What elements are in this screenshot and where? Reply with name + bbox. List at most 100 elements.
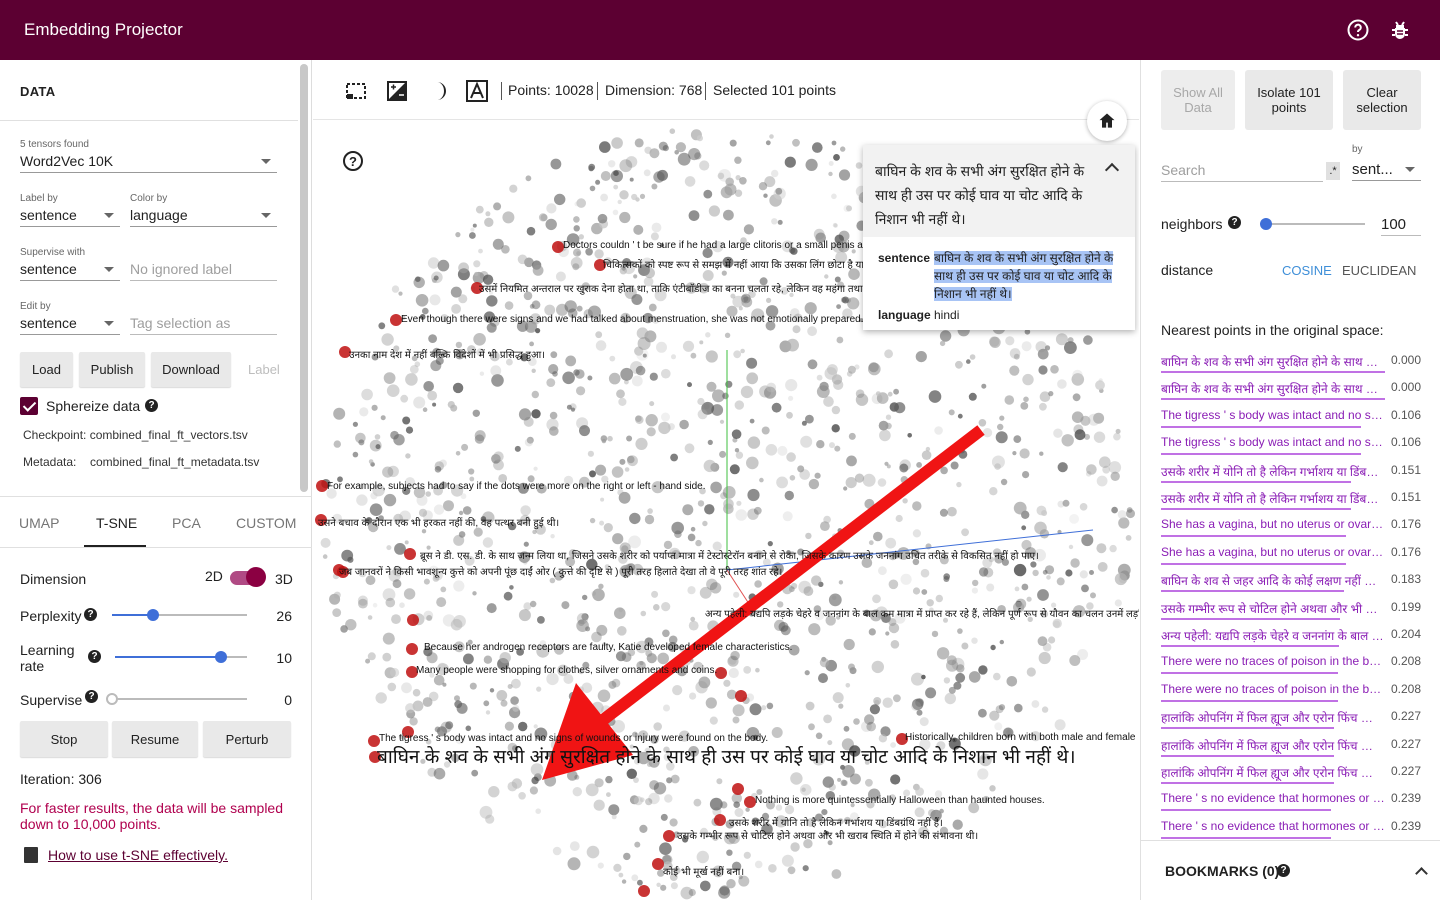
bounding-box-select-icon[interactable]: [345, 80, 367, 102]
data-point: [1074, 429, 1086, 441]
tag-selection-input[interactable]: Tag selection as: [130, 313, 277, 335]
data-point: [427, 257, 440, 269]
data-point: [421, 529, 427, 534]
cosine-button[interactable]: COSINE: [1282, 263, 1332, 278]
data-point: [831, 140, 837, 146]
ignored-label-input[interactable]: No ignored label: [130, 259, 277, 281]
load-button[interactable]: Load: [20, 352, 73, 387]
data-point: [848, 663, 855, 671]
label-by-select[interactable]: sentence: [20, 205, 120, 227]
download-button[interactable]: Download: [151, 352, 231, 387]
data-point: [561, 601, 570, 610]
neighbors-input[interactable]: 100: [1381, 214, 1421, 236]
neighbor-row[interactable]: हालांकि ओपनिंग में फिल ह्यूज और एरोन फिं…: [1161, 706, 1421, 730]
euclidean-button[interactable]: EUCLIDEAN: [1342, 263, 1416, 278]
help-icon[interactable]: ?: [145, 399, 158, 412]
neighbor-row[interactable]: उसके गम्भीर रूप से चोटिल होने अथवा और भी…: [1161, 597, 1421, 621]
search-input[interactable]: Search: [1161, 160, 1323, 182]
perplexity-slider-knob[interactable]: [146, 609, 159, 621]
bookmarks-panel[interactable]: BOOKMARKS (0) ?: [1141, 840, 1440, 900]
data-point: [1021, 583, 1029, 591]
tsne-help-link[interactable]: How to use t-SNE effectively.: [48, 847, 228, 863]
data-point: [684, 443, 695, 454]
resume-button[interactable]: Resume: [112, 721, 198, 757]
tensor-select[interactable]: Word2Vec 10K: [20, 151, 277, 173]
help-icon[interactable]: ?: [1228, 216, 1241, 229]
tab-custom[interactable]: CUSTOM: [236, 515, 296, 531]
help-icon[interactable]: ?: [84, 608, 97, 621]
chevron-down-icon: [261, 159, 271, 164]
data-point: [629, 512, 641, 525]
neighbor-row[interactable]: बाघिन के शव के सभी अंग सुरक्षित होने के …: [1161, 377, 1421, 401]
data-point: [670, 774, 680, 784]
neighbor-row[interactable]: हालांकि ओपनिंग में फिल ह्यूज और एरोन फिं…: [1161, 734, 1421, 758]
clear-selection-button[interactable]: Clear selection: [1343, 70, 1421, 130]
neighbor-row[interactable]: There were no traces of poison in the bo…: [1161, 679, 1421, 703]
supervise-slider-knob[interactable]: [106, 693, 118, 705]
supervise-slider[interactable]: [112, 698, 247, 700]
help-circle-icon[interactable]: [1346, 18, 1370, 42]
data-point: [333, 440, 341, 448]
search-by-value: sent...: [1352, 161, 1393, 178]
data-point: [458, 531, 466, 538]
help-icon[interactable]: ?: [85, 690, 98, 703]
help-icon[interactable]: ?: [343, 151, 363, 171]
neighbor-row[interactable]: She has a vagina, but no uterus or ovari…: [1161, 514, 1421, 538]
neighbor-row[interactable]: The tigress ' s body was intact and no s…: [1161, 405, 1421, 429]
neighbor-row[interactable]: There were no traces of poison in the bo…: [1161, 651, 1421, 675]
data-point: [618, 607, 623, 613]
label-button[interactable]: Label: [248, 362, 280, 377]
neighbor-similarity-bar: [1161, 809, 1331, 812]
neighbor-row[interactable]: She has a vagina, but no uterus or ovari…: [1161, 542, 1421, 566]
supervise-select[interactable]: sentence: [20, 259, 120, 281]
search-by-select[interactable]: sent...: [1352, 159, 1421, 181]
data-point: [469, 232, 476, 239]
data-point: [878, 566, 887, 576]
neighbor-row[interactable]: There ' s no evidence that hormones or e…: [1161, 816, 1421, 840]
regex-toggle[interactable]: .*: [1326, 162, 1340, 180]
data-point: [943, 576, 950, 582]
data-point: [458, 294, 468, 304]
help-icon[interactable]: ?: [88, 650, 101, 663]
neighbor-row[interactable]: There ' s no evidence that hormones or e…: [1161, 788, 1421, 812]
data-point: [627, 455, 638, 467]
neighbor-row[interactable]: उसके शरीर में योनि तो है लेकिन गर्भाशय य…: [1161, 487, 1421, 511]
neighbors-slider-knob[interactable]: [1260, 218, 1273, 230]
dimension-toggle-knob[interactable]: [246, 567, 266, 587]
sphereize-checkbox[interactable]: [20, 397, 38, 415]
neighbor-row[interactable]: बाघिन के शव से जहर आदि के कोई लक्षण नहीं…: [1161, 569, 1421, 593]
data-point: [1037, 589, 1049, 601]
neighbors-slider[interactable]: [1261, 223, 1365, 225]
chevron-up-icon[interactable]: [1415, 867, 1428, 880]
neighbor-row[interactable]: बाघिन के शव के सभी अंग सुरक्षित होने के …: [1161, 350, 1421, 374]
chevron-up-icon[interactable]: [1104, 162, 1120, 178]
stop-button[interactable]: Stop: [20, 721, 108, 757]
neighbor-similarity-bar: [1161, 617, 1340, 620]
chevron-down-icon: [1405, 167, 1415, 172]
help-icon[interactable]: ?: [1277, 864, 1290, 877]
color-by-select[interactable]: language: [130, 205, 277, 227]
contrast-icon[interactable]: [426, 80, 448, 102]
supervise-caption: Supervise with: [20, 247, 86, 258]
tab-tsne[interactable]: T-SNE: [96, 515, 137, 531]
show-all-data-button[interactable]: Show All Data: [1161, 70, 1235, 130]
perturb-button[interactable]: Perturb: [203, 721, 291, 757]
neighbor-row[interactable]: अन्य पहेली: यद्यपि लड़के चेहरे व जननांग …: [1161, 624, 1421, 648]
left-scrollbar[interactable]: [300, 64, 308, 492]
bug-icon[interactable]: [1388, 18, 1412, 42]
reset-view-button[interactable]: [1087, 101, 1127, 141]
night-mode-icon[interactable]: [386, 80, 408, 102]
data-point: [1050, 365, 1059, 374]
tab-pca[interactable]: PCA: [172, 515, 201, 531]
neighbor-row[interactable]: उसके शरीर में योनि तो है लेकिन गर्भाशय य…: [1161, 460, 1421, 484]
neighbor-row[interactable]: हालांकि ओपनिंग में फिल ह्यूज और एरोन फिं…: [1161, 761, 1421, 785]
learning-rate-slider-knob[interactable]: [214, 651, 227, 663]
data-point: [531, 368, 536, 373]
publish-button[interactable]: Publish: [79, 352, 145, 387]
edit-by-select[interactable]: sentence: [20, 313, 120, 335]
isolate-points-button[interactable]: Isolate 101 points: [1245, 70, 1333, 130]
neighbor-row[interactable]: The tigress ' s body was intact and no s…: [1161, 432, 1421, 456]
labels-toggle-icon[interactable]: [466, 80, 488, 102]
data-point: [919, 717, 929, 727]
tab-umap[interactable]: UMAP: [19, 515, 59, 531]
